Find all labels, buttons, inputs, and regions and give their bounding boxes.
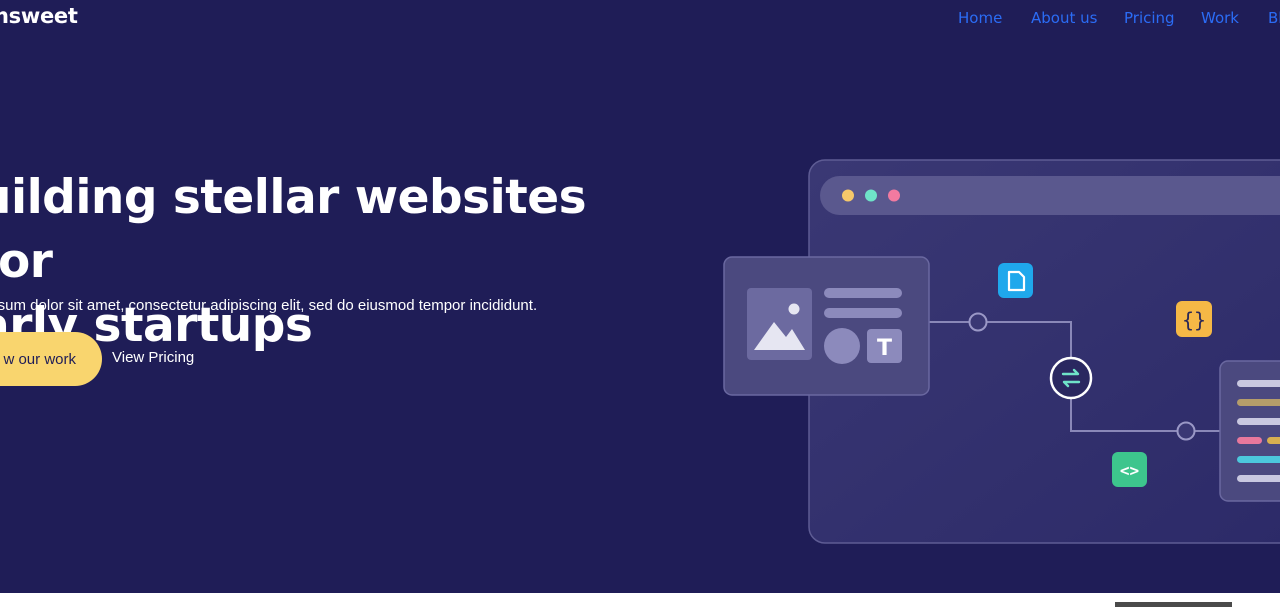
svg-text:T: T (877, 336, 892, 361)
svg-text:{}: {} (1182, 308, 1206, 332)
text-placeholder-bar (824, 308, 902, 318)
connector-node (1176, 421, 1196, 441)
window-dot-pink (888, 189, 900, 202)
media-card: T (723, 256, 930, 396)
window-dot-yellow (842, 189, 854, 202)
braces-icon: {} (1176, 301, 1212, 337)
code-card (1219, 360, 1280, 502)
page-bottom-strip (0, 593, 1280, 607)
text-placeholder-bar (824, 288, 902, 298)
image-icon (747, 288, 812, 360)
window-dot-teal (865, 189, 877, 202)
sync-icon (1049, 356, 1093, 400)
code-icon: <> (1112, 452, 1147, 487)
hero-section: nsweet Home About us Pricing Work Bl uil… (0, 0, 1280, 593)
bottom-widget-edge (1115, 602, 1232, 607)
shape-circle (824, 328, 860, 364)
file-icon (998, 263, 1033, 298)
text-t-icon: T (867, 329, 902, 363)
hero-illustration: T {} <> (723, 159, 1280, 544)
svg-text:<>: <> (1120, 461, 1139, 480)
connector-node (968, 312, 988, 332)
